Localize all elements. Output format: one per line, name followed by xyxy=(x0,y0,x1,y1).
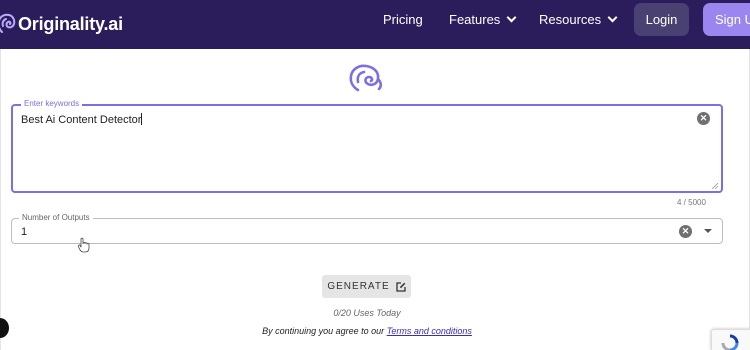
brand-name: Originality.ai xyxy=(18,13,123,34)
outputs-label: Number of Outputs xyxy=(19,213,93,223)
nav-resources[interactable]: Resources xyxy=(539,12,618,28)
chevron-down-icon xyxy=(506,12,517,23)
main-content xyxy=(0,49,750,350)
text-caret xyxy=(141,113,143,125)
clear-outputs-icon[interactable]: ✕ xyxy=(679,225,692,238)
nav-pricing-label: Pricing xyxy=(383,12,423,27)
hand-cursor-icon xyxy=(78,237,90,253)
nav-resources-label: Resources xyxy=(539,12,602,27)
character-counter: 4 / 5000 xyxy=(677,198,706,207)
clear-keywords-icon[interactable]: ✕ xyxy=(697,112,710,125)
signup-button[interactable]: Sign Up xyxy=(703,3,750,36)
keywords-label: Enter keywords xyxy=(21,99,83,109)
edit-icon xyxy=(395,281,406,292)
terms-notice: By continuing you agree to our Terms and… xyxy=(0,326,734,337)
nav-features[interactable]: Features xyxy=(449,12,517,28)
login-button[interactable]: Login xyxy=(634,3,689,36)
generate-button[interactable]: GENERATE xyxy=(322,275,411,298)
terms-link[interactable]: Terms and conditions xyxy=(387,326,472,336)
usage-counter: 0/20 Uses Today xyxy=(333,308,401,318)
keywords-text: Best Ai Content Detector xyxy=(21,114,142,126)
top-navbar: Originality.ai Pricing Features Resource… xyxy=(0,0,750,49)
chevron-down-icon xyxy=(607,12,618,23)
recaptcha-icon xyxy=(721,334,739,350)
generate-label: GENERATE xyxy=(327,281,390,292)
keywords-textarea[interactable]: Enter keywords Best Ai Content Detector … xyxy=(11,99,723,193)
brain-icon xyxy=(349,64,383,92)
caret-down-icon[interactable] xyxy=(704,229,712,233)
outputs-value: 1 xyxy=(21,226,28,238)
resize-handle-icon[interactable] xyxy=(712,183,718,189)
keywords-value: Best Ai Content Detector xyxy=(21,113,143,127)
terms-prefix: By continuing you agree to our xyxy=(262,326,385,336)
recaptcha-badge[interactable] xyxy=(711,329,750,350)
nav-features-label: Features xyxy=(449,12,501,27)
nav-pricing[interactable]: Pricing xyxy=(383,12,423,28)
number-of-outputs-select[interactable]: Number of Outputs 1 ✕ xyxy=(11,213,723,244)
brain-icon xyxy=(0,13,16,33)
brand[interactable]: Originality.ai xyxy=(0,10,123,38)
